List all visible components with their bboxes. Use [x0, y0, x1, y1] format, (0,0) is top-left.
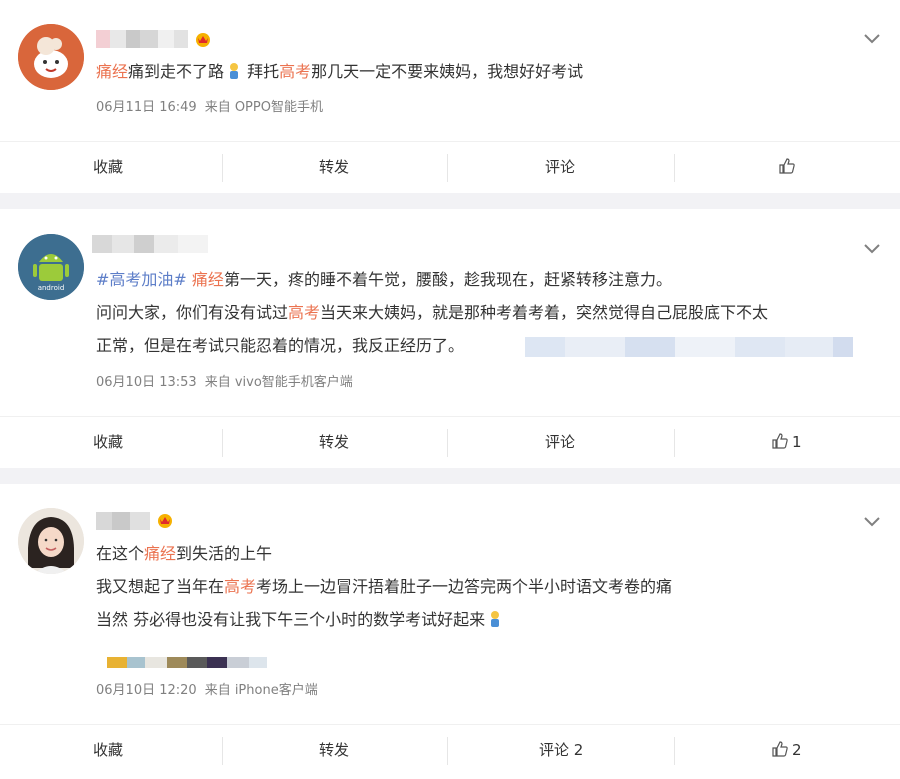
- divider: [222, 429, 223, 457]
- crown-badge-icon: [194, 30, 212, 48]
- comment-button[interactable]: 评论: [545, 142, 575, 194]
- avatar-photo-icon: [18, 508, 84, 574]
- post-meta: 06月10日 12:20 来自 iPhone客户端: [96, 679, 318, 698]
- post-date[interactable]: 06月10日 13:53: [96, 375, 197, 390]
- keyword-gaokao[interactable]: 高考: [288, 303, 320, 322]
- post-text-line-1: 在这个痛经到失活的上午: [96, 544, 273, 563]
- post-date[interactable]: 06月10日 12:20: [96, 683, 197, 698]
- svg-text:android: android: [38, 284, 65, 292]
- keyword-gaokao[interactable]: 高考: [224, 577, 256, 596]
- crown-badge-icon: [156, 511, 174, 529]
- android-logo-icon: android: [18, 234, 84, 300]
- user-avatar[interactable]: [18, 508, 84, 574]
- topic-hashtag-link[interactable]: #高考加油#: [96, 270, 187, 289]
- thumbs-up-icon: [772, 419, 788, 469]
- action-bar: 收藏 转发 评论 2 2: [0, 724, 900, 776]
- username-blurred[interactable]: [92, 235, 208, 253]
- avatar-cartoon-icon: [18, 24, 84, 90]
- like-count: 1: [792, 433, 802, 451]
- favorite-button[interactable]: 收藏: [93, 417, 123, 469]
- divider: [222, 737, 223, 765]
- keyword-gaokao[interactable]: 高考: [279, 62, 311, 81]
- action-bar: 收藏 转发 评论: [0, 141, 900, 193]
- action-bar: 收藏 转发 评论 1: [0, 416, 900, 468]
- username-blurred[interactable]: [96, 512, 150, 530]
- chevron-down-icon[interactable]: [862, 511, 882, 531]
- post-text-line-3: 正常，但是在考试只能忍着的情况，我反正经历了。: [96, 336, 465, 355]
- comment-button[interactable]: 评论 2: [539, 725, 583, 777]
- post-source: 来自 vivo智能手机客户端: [204, 375, 353, 390]
- post-text-line-2: 我又想起了当年在高考考场上一边冒汗捂着肚子一边答完两个半小时语文考卷的痛: [96, 577, 673, 596]
- repost-button[interactable]: 转发: [319, 142, 349, 194]
- post-date[interactable]: 06月11日 16:49: [96, 100, 197, 115]
- keyword-tongjing[interactable]: 痛经: [192, 270, 224, 289]
- repost-button[interactable]: 转发: [319, 725, 349, 777]
- person-emoji-icon: [487, 610, 503, 628]
- favorite-button[interactable]: 收藏: [93, 725, 123, 777]
- post-text-line-1: #高考加油# 痛经第一天，疼的睡不着午觉，腰酸，趁我现在，赶紧转移注意力。: [96, 270, 672, 289]
- post-source: 来自 OPPO智能手机: [204, 100, 323, 115]
- chevron-down-icon[interactable]: [862, 28, 882, 48]
- keyword-tongjing[interactable]: 痛经: [144, 544, 176, 563]
- divider: [674, 154, 675, 182]
- post-card-2: android #高考加油# 痛经第一天，疼的睡不着午觉，腰酸，趁我现在，赶紧转…: [0, 209, 900, 468]
- post-meta: 06月11日 16:49 来自 OPPO智能手机: [96, 96, 323, 115]
- divider: [674, 429, 675, 457]
- like-count: 2: [792, 741, 802, 759]
- divider: [674, 737, 675, 765]
- comment-button[interactable]: 评论: [545, 417, 575, 469]
- person-emoji-icon: [226, 62, 242, 80]
- post-meta: 06月10日 13:53 来自 vivo智能手机客户端: [96, 371, 353, 390]
- favorite-button[interactable]: 收藏: [93, 142, 123, 194]
- post-source: 来自 iPhone客户端: [204, 683, 318, 698]
- divider: [222, 154, 223, 182]
- post-card-3: 在这个痛经到失活的上午 我又想起了当年在高考考场上一边冒汗捂着肚子一边答完两个半…: [0, 484, 900, 779]
- repost-button[interactable]: 转发: [319, 417, 349, 469]
- divider: [447, 429, 448, 457]
- blurred-link[interactable]: [525, 337, 853, 357]
- post-card-1: 痛经痛到走不了路 拜托高考那几天一定不要来姨妈，我想好好考试 06月11日 16…: [0, 0, 900, 193]
- like-button[interactable]: [779, 142, 799, 194]
- thumbs-up-icon: [772, 727, 788, 777]
- like-button[interactable]: 1: [772, 417, 802, 469]
- keyword-tongjing[interactable]: 痛经: [96, 62, 128, 81]
- thumbs-up-icon: [779, 144, 795, 194]
- username-blurred[interactable]: [96, 30, 188, 48]
- color-swatch-strip: [107, 657, 267, 668]
- post-text: 痛经痛到走不了路 拜托高考那几天一定不要来姨妈，我想好好考试: [96, 62, 584, 81]
- post-text-line-2: 问问大家，你们有没有试过高考当天来大姨妈，就是那种考着考着，突然觉得自己屁股底下…: [96, 303, 769, 322]
- post-text-line-3: 当然 芬必得也没有让我下午三个小时的数学考试好起来: [96, 610, 503, 630]
- divider: [447, 737, 448, 765]
- chevron-down-icon[interactable]: [862, 238, 882, 258]
- user-avatar[interactable]: android: [18, 234, 84, 300]
- divider: [447, 154, 448, 182]
- user-avatar[interactable]: [18, 24, 84, 90]
- like-button[interactable]: 2: [772, 725, 802, 777]
